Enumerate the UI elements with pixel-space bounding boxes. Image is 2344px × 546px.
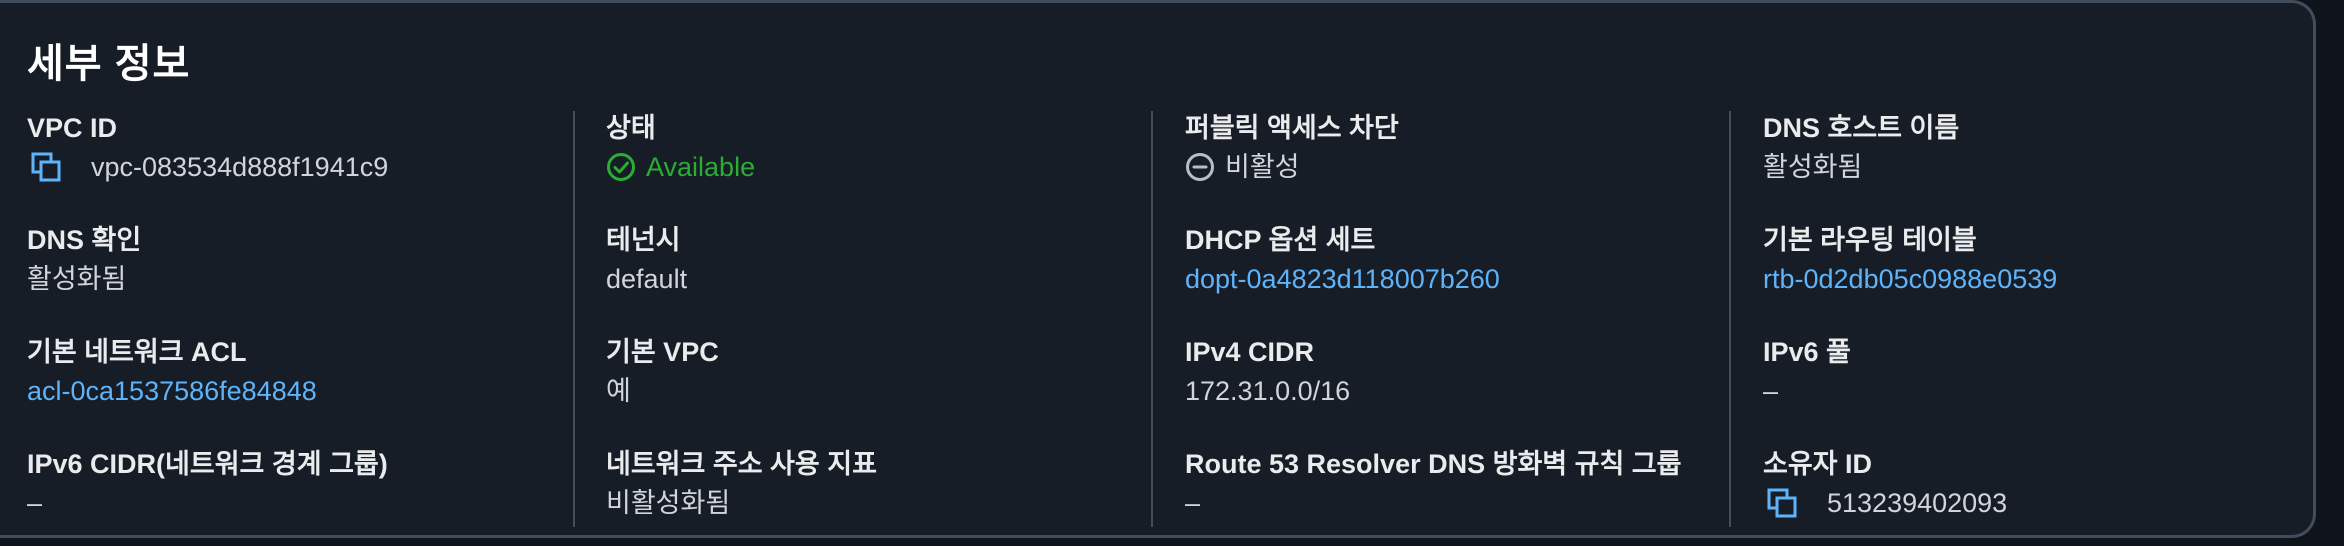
field-tenancy: 테넌시 default [606, 223, 1146, 297]
field-value: Available [606, 149, 1146, 185]
field-owner-id: 소유자 ID 513239402093 [1763, 447, 2303, 521]
field-dns-resolution: DNS 확인 활성화됨 [27, 223, 567, 297]
field-value: 172.31.0.0/16 [1185, 373, 1725, 409]
field-ipv6-pool: IPv6 풀 – [1763, 335, 2303, 409]
copy-icon[interactable] [1767, 488, 1797, 518]
field-value: 비활성 [1185, 149, 1725, 185]
field-main-route-table: 기본 라우팅 테이블 rtb-0d2db05c0988e0539 [1763, 223, 2303, 297]
field-route53-resolver-dns-firewall: Route 53 Resolver DNS 방화벽 규칙 그룹 – [1185, 447, 1725, 521]
field-label: 테넌시 [606, 225, 681, 255]
field-label: 네트워크 주소 사용 지표 [606, 449, 877, 479]
field-value: – [1763, 373, 2303, 409]
vpc-details-panel: 세부 정보 VPC ID vpc-083534d888f1941c9 DNS 확… [0, 0, 2316, 538]
field-label: IPv4 CIDR [1185, 337, 1315, 367]
dhcp-option-set-link[interactable]: dopt-0a4823d118007b260 [1185, 261, 1500, 297]
field-value: 비활성화됨 [606, 485, 1146, 521]
field-dhcp-option-set: DHCP 옵션 세트 dopt-0a4823d118007b260 [1185, 223, 1725, 297]
field-label: IPv6 풀 [1763, 337, 1851, 367]
field-value: – [27, 485, 567, 521]
field-label: 퍼블릭 액세스 차단 [1185, 113, 1399, 143]
field-label: Route 53 Resolver DNS 방화벽 규칙 그룹 [1185, 449, 1682, 479]
status-disabled-icon [1185, 152, 1215, 182]
field-value: 활성화됨 [27, 261, 567, 297]
field-default-network-acl: 기본 네트워크 ACL acl-0ca1537586fe84848 [27, 335, 567, 409]
field-label: 소유자 ID [1763, 449, 1873, 479]
default-vpc-value: 예 [606, 376, 631, 406]
column-divider [573, 111, 575, 527]
state-value: Available [646, 152, 756, 182]
network-acl-link[interactable]: acl-0ca1537586fe84848 [27, 373, 317, 409]
dns-hostnames-value: 활성화됨 [1763, 152, 1863, 182]
field-value: 513239402093 [1763, 485, 2303, 521]
field-value: dopt-0a4823d118007b260 [1185, 261, 1725, 297]
field-label: DNS 호스트 이름 [1763, 113, 1960, 143]
field-vpc-id: VPC ID vpc-083534d888f1941c9 [27, 111, 567, 185]
copy-icon[interactable] [31, 152, 61, 182]
ipv6-cidr-value: – [27, 488, 43, 518]
field-default-vpc: 기본 VPC 예 [606, 335, 1146, 409]
ipv4-cidr-value: 172.31.0.0/16 [1185, 376, 1351, 406]
field-label: DHCP 옵션 세트 [1185, 225, 1376, 255]
field-label: 상태 [606, 113, 656, 143]
field-label: VPC ID [27, 113, 118, 143]
field-value: – [1185, 485, 1725, 521]
field-ipv4-cidr: IPv4 CIDR 172.31.0.0/16 [1185, 335, 1725, 409]
field-ipv6-cidr: IPv6 CIDR(네트워크 경계 그룹) – [27, 447, 567, 521]
status-available-icon [606, 152, 636, 182]
owner-id-value: 513239402093 [1827, 488, 2008, 518]
field-value: default [606, 261, 1146, 297]
field-label: IPv6 CIDR(네트워크 경계 그룹) [27, 449, 388, 479]
field-network-address-usage-metrics: 네트워크 주소 사용 지표 비활성화됨 [606, 447, 1146, 521]
vpc-id-value: vpc-083534d888f1941c9 [91, 152, 389, 182]
section-title: 세부 정보 [27, 42, 191, 86]
field-value: vpc-083534d888f1941c9 [27, 149, 567, 185]
field-label: 기본 라우팅 테이블 [1763, 225, 1977, 255]
field-state: 상태 Available [606, 111, 1146, 185]
tenancy-value: default [606, 264, 688, 294]
column-divider [1151, 111, 1153, 527]
field-label: DNS 확인 [27, 225, 142, 255]
field-block-public-access: 퍼블릭 액세스 차단 비활성 [1185, 111, 1725, 185]
dns-resolution-value: 활성화됨 [27, 264, 127, 294]
field-label: 기본 VPC [606, 337, 719, 367]
field-dns-hostnames: DNS 호스트 이름 활성화됨 [1763, 111, 2303, 185]
field-value: 예 [606, 373, 1146, 409]
field-value: acl-0ca1537586fe84848 [27, 373, 567, 409]
dns-firewall-value: – [1185, 488, 1201, 518]
ipv6-pool-value: – [1763, 376, 1779, 406]
network-address-usage-value: 비활성화됨 [606, 488, 731, 518]
details-grid: VPC ID vpc-083534d888f1941c9 DNS 확인 활성화됨 [0, 111, 2316, 531]
main-route-table-link[interactable]: rtb-0d2db05c0988e0539 [1763, 261, 2057, 297]
column-divider [1729, 111, 1731, 527]
field-label: 기본 네트워크 ACL [27, 337, 247, 367]
block-public-access-value: 비활성 [1225, 152, 1300, 182]
field-value: 활성화됨 [1763, 149, 2303, 185]
field-value: rtb-0d2db05c0988e0539 [1763, 261, 2303, 297]
